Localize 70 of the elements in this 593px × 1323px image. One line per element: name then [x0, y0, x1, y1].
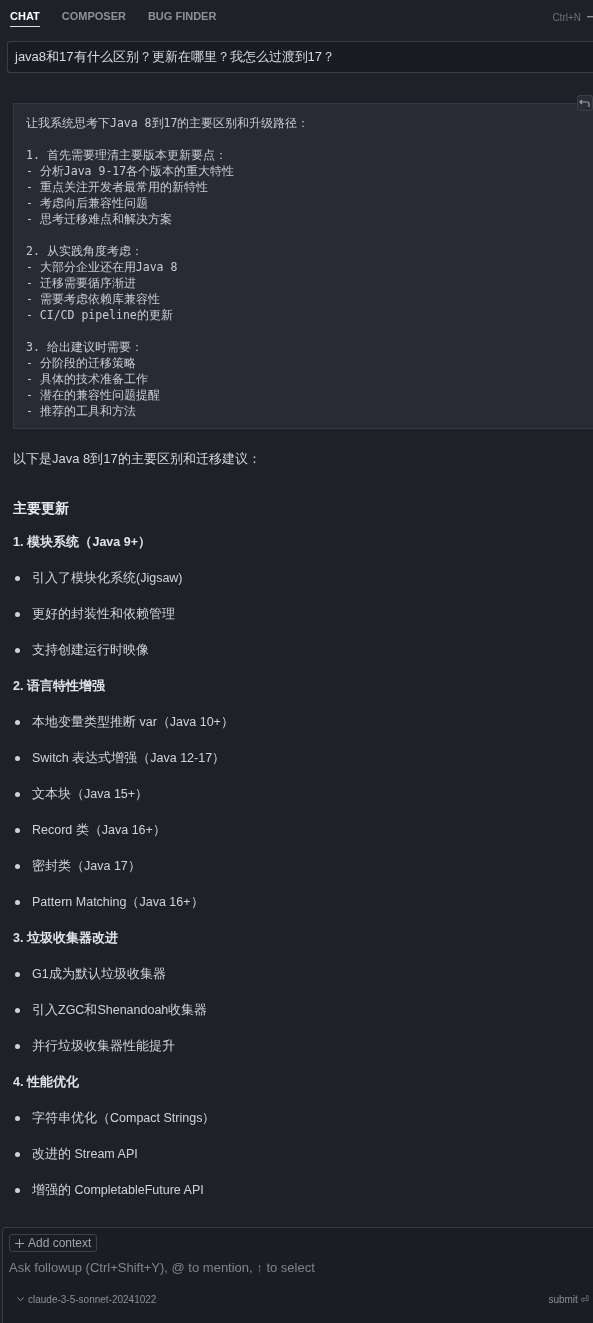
code-line: - 推荐的工具和方法 [26, 403, 137, 419]
answer-text: 以下是Java 8到17的主要区别和迁移建议： [13, 450, 262, 468]
list-item-text: 更好的封装性和依赖管理 [32, 605, 175, 623]
list-item-text: Record 类（Java 16+） [32, 821, 166, 839]
bullet-icon [15, 791, 20, 797]
list-item-text: 并行垃圾收集器性能提升 [32, 1037, 175, 1055]
bullet-icon [15, 1115, 20, 1121]
list-number: 3. [13, 931, 24, 945]
code-line: 1. 首先需要理清主要版本更新要点： [26, 147, 228, 163]
code-line: - CI/CD pipeline的更新 [26, 307, 174, 323]
list-item-text: 本地变量类型推断 var（Java 10+） [32, 713, 234, 731]
code-line: - 重点关注开发者最常用的新特性 [26, 179, 209, 195]
question-bubble[interactable]: java8和17有什么区别？更新在哪里？我怎么过渡到17？ [7, 41, 593, 73]
section-title: 模块系统（Java 9+） [27, 533, 151, 551]
tab[interactable]: CHAT [10, 7, 40, 27]
tab[interactable]: BUG FINDER [147, 7, 217, 27]
code-line: - 思考迁移难点和解决方案 [26, 211, 173, 227]
code-line: 3. 给出建议时需要： [26, 339, 144, 355]
bullet-icon [15, 899, 20, 905]
list-item-text: 引入ZGC和Shenandoah收集器 [32, 1001, 208, 1019]
list-number: 1. [13, 535, 24, 549]
list-item-text: Pattern Matching（Java 16+） [32, 893, 204, 911]
bullet-icon [15, 575, 20, 581]
list-item-text: G1成为默认垃圾收集器 [32, 965, 166, 983]
dash-icon[interactable] [587, 16, 593, 18]
bullet-icon [15, 1007, 20, 1013]
code-line: - 具体的技术准备工作 [26, 371, 149, 387]
section-title: 垃圾收集器改进 [27, 929, 119, 947]
submit-button[interactable]: submit ⏎ [548, 1294, 593, 1305]
shortcut-hint: Ctrl+N [552, 11, 581, 23]
list-item-text: 密封类（Java 17） [32, 857, 141, 875]
list-number: 4. [13, 1075, 24, 1089]
section-title: 性能优化 [27, 1073, 80, 1091]
list-item-text: 引入了模块化系统(Jigsaw) [32, 569, 183, 587]
code-line: - 分阶段的迁移策略 [26, 355, 137, 371]
code-line: - 考虑向后兼容性问题 [26, 195, 149, 211]
bullet-icon [15, 755, 20, 761]
list-item-text: 改进的 Stream API [32, 1145, 138, 1163]
code-line: - 潜在的兼容性问题提醒 [26, 387, 161, 403]
code-line: 让我系统思考下Java 8到17的主要区别和升级路径： [26, 115, 311, 131]
add-context-button[interactable]: Add context [9, 1234, 98, 1252]
code-line: - 需要考虑依赖库兼容性 [26, 291, 161, 307]
answer-heading: 主要更新 [13, 500, 70, 518]
list-item-text: 字符串优化（Compact Strings） [32, 1109, 216, 1127]
bullet-icon [15, 611, 20, 617]
list-item-text: 增强的 CompletableFuture API [32, 1181, 204, 1199]
list-item-text: Switch 表达式增强（Java 12-17） [32, 749, 226, 767]
list-number: 2. [13, 679, 24, 693]
undo-icon[interactable] [577, 95, 593, 111]
code-line: - 迁移需要循序渐进 [26, 275, 137, 291]
question-text: java8和17有什么区别？更新在哪里？我怎么过渡到17？ [15, 48, 335, 66]
bullet-icon [15, 1043, 20, 1049]
code-line: 2. 从实践角度考虑： [26, 243, 144, 259]
followup-input[interactable]: Ask followup (Ctrl+Shift+Y), @ to mention, ↑ to select [9, 1258, 569, 1277]
code-line: - 大部分企业还在用Java 8 [26, 259, 179, 275]
plus-icon [15, 1238, 24, 1248]
bullet-icon [15, 1151, 20, 1157]
bullet-icon [15, 719, 20, 725]
model-selector[interactable]: claude-3-5-sonnet-20241022 [9, 1294, 157, 1305]
section-title: 语言特性增强 [27, 677, 106, 695]
list-item-text: 文本块（Java 15+） [32, 785, 149, 803]
bullet-icon [15, 971, 20, 977]
list-item-text: 支持创建运行时映像 [32, 641, 149, 659]
chevron-down-icon [17, 1297, 24, 1302]
bullet-icon [15, 863, 20, 869]
code-line: - 分析Java 9-17各个版本的重大特性 [26, 163, 236, 179]
bullet-icon [15, 827, 20, 833]
bullet-icon [15, 647, 20, 653]
tab[interactable]: COMPOSER [61, 7, 126, 27]
bullet-icon [15, 1187, 20, 1193]
